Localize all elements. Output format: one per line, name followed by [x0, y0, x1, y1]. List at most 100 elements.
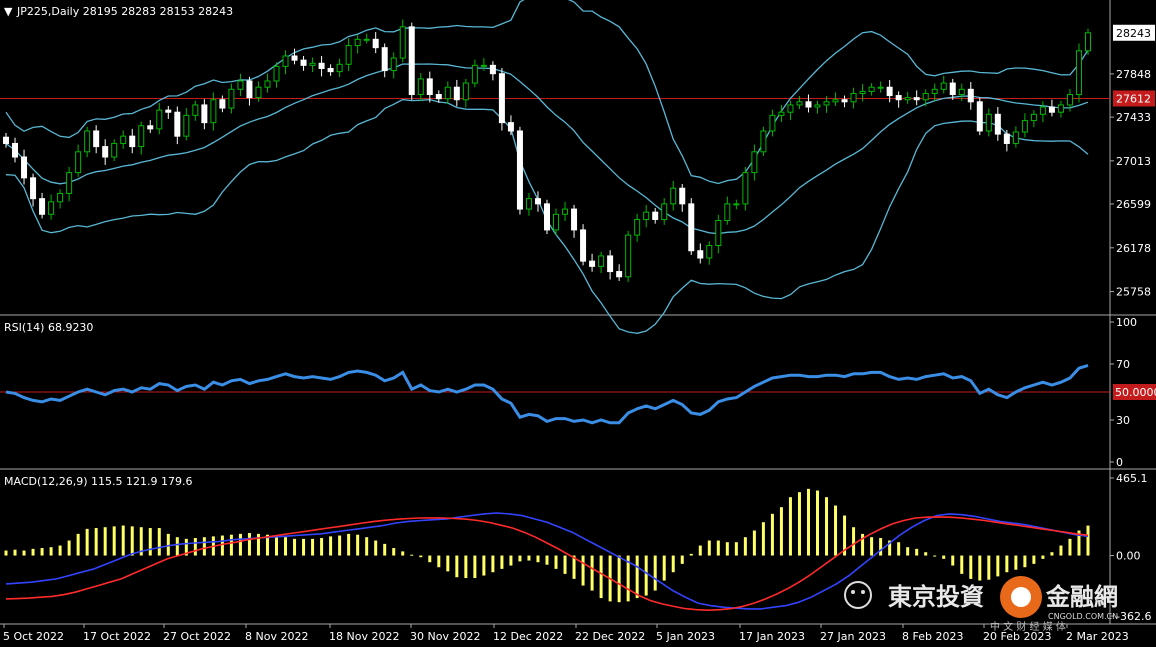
macd-histogram-bar [94, 528, 98, 556]
bull-candle [228, 88, 235, 109]
bull-candle [787, 104, 794, 113]
time-tick-label: 5 Jan 2023 [656, 630, 715, 643]
bull-candle [1057, 104, 1064, 113]
bull-candle [363, 38, 370, 41]
watermark-domain: CNGOLD.COM.CN [1048, 612, 1118, 621]
macd-histogram-bar [392, 548, 396, 556]
bear-candle [967, 88, 974, 103]
macd-tick-label: -362.6 [1116, 610, 1151, 623]
macd-histogram-bar [148, 528, 152, 556]
bull-candle [670, 187, 677, 205]
bear-candle [886, 86, 893, 97]
macd-histogram-bar [527, 555, 531, 561]
bull-candle [1085, 32, 1091, 52]
macd-tick-label: 465.1 [1116, 472, 1148, 485]
macd-histogram-bar [356, 534, 360, 556]
bear-candle [913, 97, 920, 101]
time-tick-label: 27 Jan 2023 [820, 630, 886, 643]
macd-histogram-bar [103, 527, 107, 556]
bear-candle [976, 101, 983, 132]
price-tick-label: 27433 [1116, 111, 1151, 124]
bull-candle [922, 92, 929, 101]
bull-candle [751, 151, 758, 174]
bear-candle [607, 255, 614, 273]
reference-price-label: 27612 [1116, 92, 1151, 105]
macd-histogram-bar [410, 554, 414, 556]
macd-histogram-bar [446, 555, 450, 572]
macd-histogram-bar [635, 555, 639, 599]
bear-candle [147, 125, 154, 130]
macd-histogram-bar [428, 555, 432, 563]
macd-histogram-bar [229, 534, 233, 556]
bull-candle [850, 92, 857, 103]
rsi-panel[interactable]: RSI(14) 68.9230 [0, 321, 1110, 425]
wechat-icon [844, 581, 872, 609]
price-panel[interactable]: ▼ JP225,Daily 28195 28283 28153 28243 [0, 0, 1110, 334]
macd-histogram-bar [951, 555, 955, 566]
chart-canvas[interactable]: ▼ JP225,Daily 28195 28283 28153 28243 RSI… [0, 0, 1156, 647]
price-tick-label: 27013 [1116, 155, 1151, 168]
macd-histogram-bar [915, 548, 919, 556]
bear-candle [3, 136, 9, 144]
collapse-icon: ▼ [4, 5, 13, 18]
bull-candle [1012, 131, 1019, 144]
bear-candle [327, 67, 334, 73]
bull-candle [192, 104, 199, 116]
macd-histogram-bar [581, 555, 585, 586]
macd-histogram-bar [49, 547, 53, 556]
macd-tick-label: 0.00 [1116, 550, 1141, 563]
bull-candle [480, 64, 487, 67]
macd-histogram-bar [960, 555, 964, 574]
macd-histogram-bar [1041, 555, 1045, 559]
current-price-label: 28243 [1116, 27, 1151, 40]
macd-histogram-bar [806, 488, 810, 556]
bear-candle [453, 86, 460, 101]
bull-candle [462, 82, 469, 101]
macd-histogram-bar [40, 548, 44, 556]
macd-histogram-bar [338, 535, 342, 556]
bull-candle [48, 201, 55, 215]
bull-candle [724, 203, 731, 222]
macd-histogram-bar [311, 538, 315, 556]
bear-candle [381, 47, 388, 72]
bull-candle [553, 213, 560, 231]
time-tick-label: 18 Nov 2022 [329, 630, 399, 643]
rsi-panel-header: RSI(14) 68.9230 [4, 321, 93, 334]
macd-histogram-bar [662, 555, 666, 581]
bear-candle [246, 80, 253, 99]
macd-histogram-bar [202, 537, 206, 556]
macd-histogram-bar [617, 555, 621, 603]
macd-histogram-bar [193, 538, 197, 556]
macd-histogram-bar [401, 551, 405, 556]
macd-histogram-bar [1086, 525, 1090, 556]
bear-candle [688, 203, 695, 252]
macd-histogram-bar [374, 540, 378, 556]
bull-candle [868, 86, 875, 92]
wechat-icon-eye [851, 590, 855, 594]
bull-candle [237, 80, 244, 90]
macd-histogram-bar [67, 540, 71, 556]
bull-candle [814, 104, 821, 108]
bull-candle [417, 78, 424, 96]
bull-candle [210, 99, 217, 124]
price-axis: 27848 27433 27013 26599 26178 25758 28243 27612… [1110, 24, 1156, 623]
bear-candle [201, 104, 208, 124]
macd-histogram-bar [419, 555, 423, 558]
bear-candle [318, 62, 325, 69]
macd-histogram-bar [599, 555, 603, 599]
time-tick-label: 5 Oct 2022 [3, 630, 64, 643]
bull-candle [706, 245, 713, 259]
macd-histogram-bar [22, 550, 26, 556]
bear-candle [516, 130, 523, 210]
time-tick-label: 30 Nov 2022 [410, 630, 480, 643]
macd-histogram-bar [13, 549, 17, 556]
bull-candle [183, 114, 190, 137]
macd-histogram-bar [743, 537, 747, 556]
price-tick-label: 26599 [1116, 198, 1151, 211]
bull-candle [859, 90, 866, 94]
bull-candle [1075, 50, 1082, 96]
macd-histogram-bar [31, 548, 35, 556]
bull-candle [66, 172, 73, 194]
macd-histogram-bar [437, 555, 441, 568]
bear-candle [498, 73, 505, 124]
